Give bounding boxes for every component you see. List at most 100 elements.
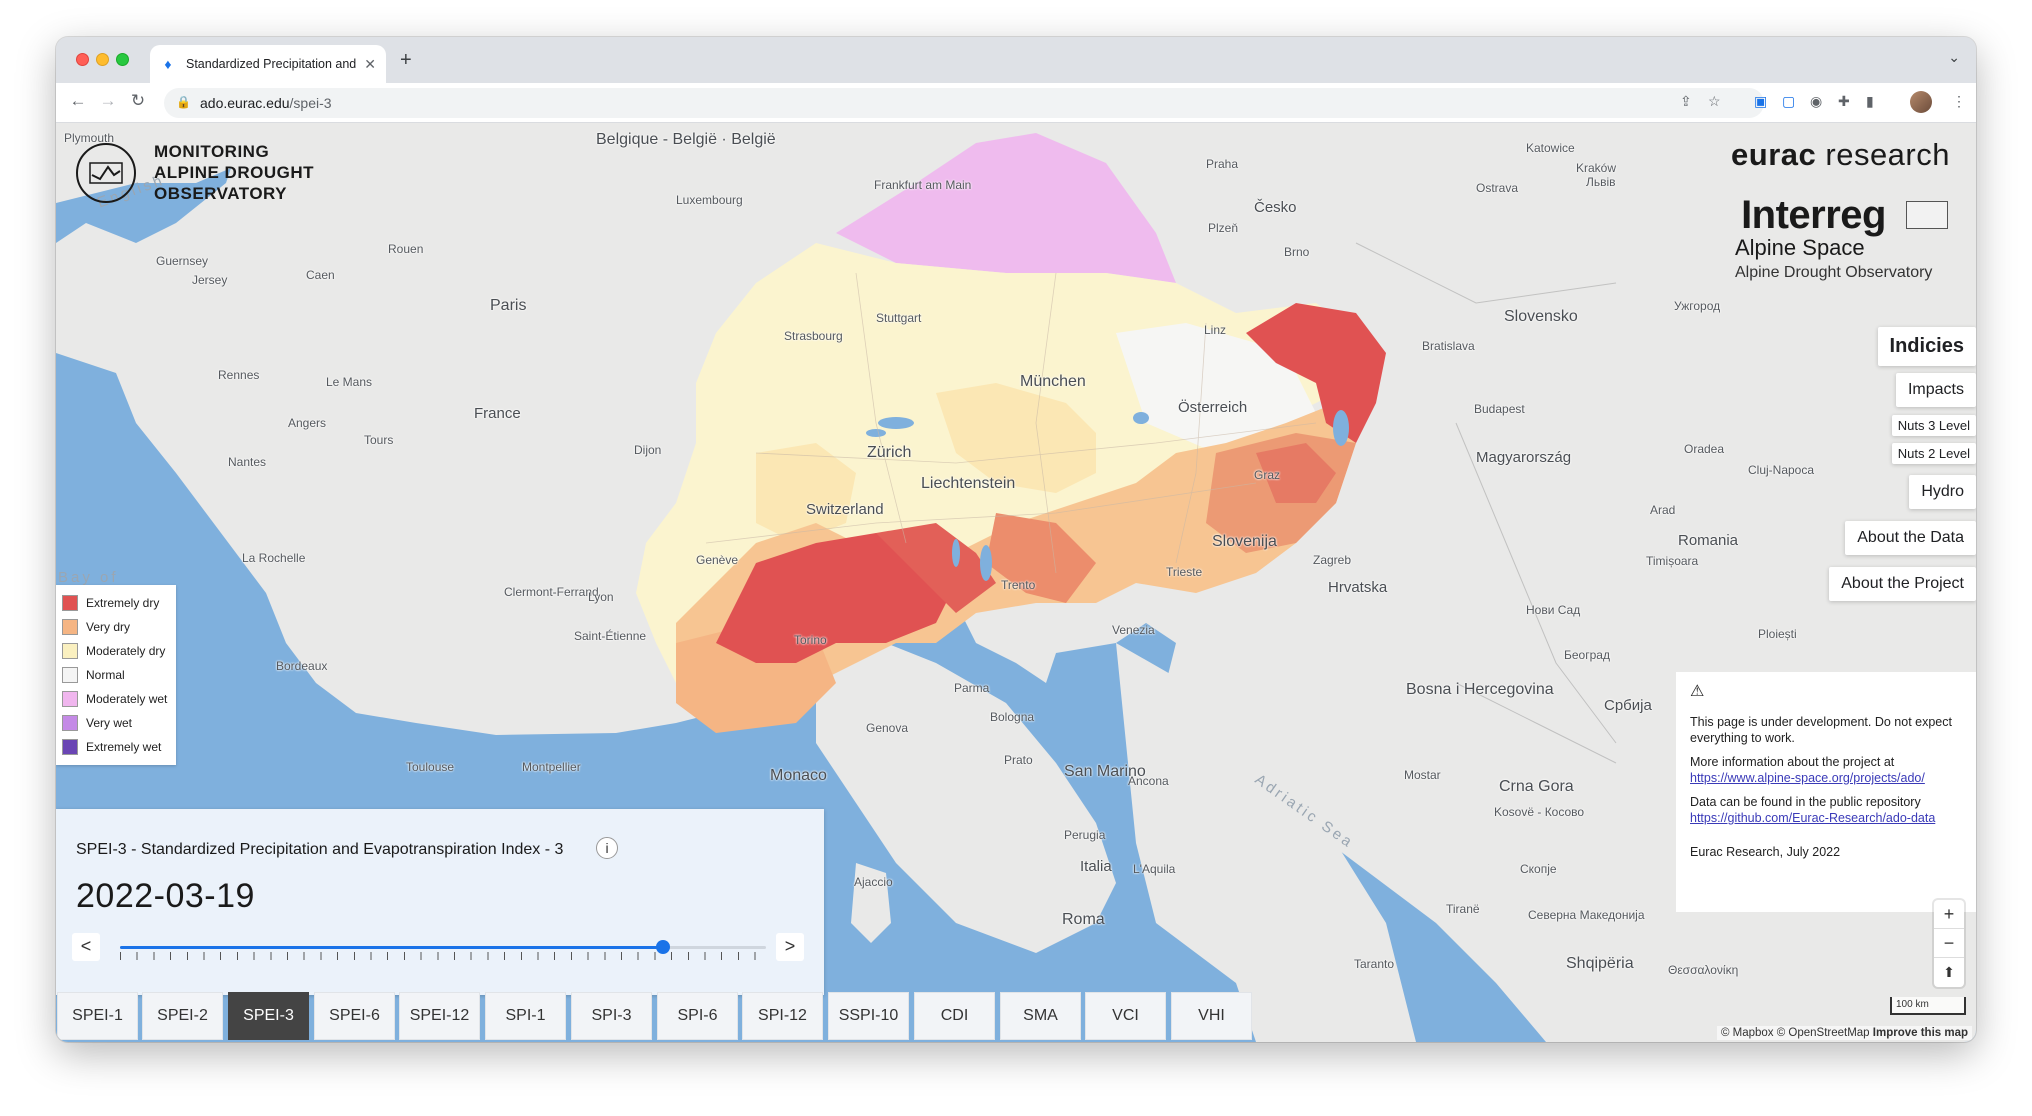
logo-line: OBSERVATORY <box>154 184 288 203</box>
place-label: Crna Gora <box>1499 778 1574 795</box>
index-button-sma[interactable]: SMA <box>1000 992 1081 1040</box>
place-label: Budapest <box>1474 402 1525 416</box>
new-tab-button[interactable]: + <box>400 49 412 72</box>
scale-bar: 100 km <box>1890 997 1966 1015</box>
place-label: La Rochelle <box>242 551 306 565</box>
previous-date-button[interactable]: < <box>72 933 100 961</box>
place-label: Katowice <box>1526 141 1575 155</box>
map-canvas[interactable]: Belgique - België · België Luxembourg Pari… <box>56 123 1976 1042</box>
legend-label: Very dry <box>86 620 131 634</box>
place-label: Ostrava <box>1476 181 1519 195</box>
menu-indicies[interactable]: Indicies <box>1877 327 1976 366</box>
tab-search-chevron-icon[interactable]: ⌄ <box>1948 49 1960 66</box>
place-label: Jersey <box>192 273 228 287</box>
place-label: Perugia <box>1064 828 1106 842</box>
repository-link[interactable]: https://github.com/Eurac-Research/ado-da… <box>1690 810 1962 826</box>
place-label: Switzerland <box>806 501 884 518</box>
legend-label: Extremely dry <box>86 596 160 610</box>
maximize-window-button[interactable] <box>116 53 129 66</box>
info-text: More information about the project at <box>1690 755 1895 769</box>
place-label: Praha <box>1206 157 1239 171</box>
legend-item: Moderately dry <box>62 639 170 663</box>
bookmark-star-icon[interactable]: ☆ <box>1708 93 1721 110</box>
index-button-vci[interactable]: VCI <box>1085 992 1166 1040</box>
next-date-button[interactable]: > <box>776 933 804 961</box>
eurac-research-logo: eurac research <box>1731 137 1950 173</box>
index-button-spei-1[interactable]: SPEI-1 <box>57 992 138 1040</box>
legend-label: Normal <box>86 668 125 682</box>
menu-about-data[interactable]: About the Data <box>1845 521 1976 555</box>
info-icon[interactable]: i <box>596 837 618 859</box>
back-icon[interactable]: ← <box>66 91 90 111</box>
zoom-in-button[interactable]: + <box>1934 900 1964 929</box>
close-window-button[interactable] <box>76 53 89 66</box>
browser-tab[interactable]: ♦ Standardized Precipitation and ✕ <box>150 45 386 83</box>
project-link[interactable]: https://www.alpine-space.org/projects/ad… <box>1690 770 1962 786</box>
place-label: Lyon <box>588 590 614 604</box>
extension-icon[interactable]: ▣ <box>1754 93 1767 110</box>
date-slider[interactable] <box>120 940 766 954</box>
minimize-window-button[interactable] <box>96 53 109 66</box>
place-label: Tiranë <box>1446 902 1480 916</box>
index-button-cdi[interactable]: CDI <box>914 992 995 1040</box>
place-label: Paris <box>490 297 527 314</box>
place-label: Ploiești <box>1758 627 1797 641</box>
index-button-spei-2[interactable]: SPEI-2 <box>142 992 223 1040</box>
attribution-text[interactable]: © Mapbox © OpenStreetMap <box>1721 1027 1873 1039</box>
address-bar[interactable]: 🔒 ado.eurac.edu/spei-3 <box>164 88 1764 118</box>
index-button-spi-12[interactable]: SPI-12 <box>742 992 823 1040</box>
url-path: /spei-3 <box>289 95 332 111</box>
reload-icon[interactable]: ↻ <box>126 91 150 111</box>
place-label: München <box>1020 373 1086 390</box>
place-label: Belgique - België · België <box>596 131 776 148</box>
favicon-icon: ♦ <box>164 56 172 72</box>
ado-logo[interactable]: MONITORING ALPINE DROUGHT OBSERVATORY <box>76 141 314 204</box>
tab-strip: ♦ Standardized Precipitation and ✕ + ⌄ <box>56 37 1976 83</box>
menu-about-project[interactable]: About the Project <box>1829 567 1976 601</box>
tab-title: Standardized Precipitation and <box>186 57 357 71</box>
index-button-spei-3[interactable]: SPEI-3 <box>228 992 309 1040</box>
menu-hydro[interactable]: Hydro <box>1909 475 1976 509</box>
improve-map-link[interactable]: Improve this map <box>1873 1027 1968 1039</box>
index-button-spi-1[interactable]: SPI-1 <box>485 992 566 1040</box>
legend-label: Moderately wet <box>86 692 168 706</box>
share-icon[interactable]: ⇪ <box>1680 93 1692 110</box>
place-label: Slovensko <box>1504 308 1578 325</box>
compass-icon[interactable]: ⬆ <box>1934 958 1964 987</box>
place-label: Roma <box>1062 911 1105 928</box>
place-label: Strasbourg <box>784 329 843 343</box>
sidebar-icon[interactable]: ▮ <box>1866 93 1874 110</box>
selected-date: 2022-03-19 <box>76 877 255 915</box>
browser-window: ♦ Standardized Precipitation and ✕ + ⌄ ←… <box>56 37 1976 1042</box>
profile-avatar[interactable] <box>1910 91 1932 113</box>
index-button-sspi-10[interactable]: SSPI-10 <box>828 992 909 1040</box>
place-label: Prato <box>1004 753 1033 767</box>
forward-icon[interactable]: → <box>96 91 120 111</box>
more-menu-icon[interactable]: ⋮ <box>1952 93 1966 110</box>
camera-icon[interactable]: ◉ <box>1810 93 1822 110</box>
legend-item: Extremely dry <box>62 591 170 615</box>
place-label: Bay of <box>58 569 119 586</box>
zoom-out-button[interactable]: − <box>1934 929 1964 958</box>
menu-impacts[interactable]: Impacts <box>1895 373 1976 407</box>
extension-icon[interactable]: ▢ <box>1782 93 1795 110</box>
tab-close-icon[interactable]: ✕ <box>364 56 376 73</box>
legend-item: Moderately wet <box>62 687 170 711</box>
index-button-vhi[interactable]: VHI <box>1171 992 1252 1040</box>
menu-nuts3[interactable]: Nuts 3 Level <box>1891 415 1976 436</box>
menu-nuts2[interactable]: Nuts 2 Level <box>1891 443 1976 464</box>
index-button-spi-6[interactable]: SPI-6 <box>657 992 738 1040</box>
index-button-spei-12[interactable]: SPEI-12 <box>399 992 480 1040</box>
place-label: Θεσσαλονίκη <box>1668 963 1739 977</box>
place-label: Ancona <box>1128 774 1169 788</box>
index-button-spei-6[interactable]: SPEI-6 <box>314 992 395 1040</box>
index-button-spi-3[interactable]: SPI-3 <box>571 992 652 1040</box>
place-label: Frankfurt am Main <box>874 178 972 192</box>
place-label: Genova <box>866 721 909 735</box>
place-label: Zagreb <box>1313 553 1352 567</box>
place-label: Rouen <box>388 242 424 256</box>
place-label: Plzeň <box>1208 221 1239 235</box>
place-label: Zürich <box>867 444 912 461</box>
puzzle-icon[interactable]: ✚ <box>1838 93 1850 110</box>
place-label: Bosna i Hercegovina <box>1406 681 1554 698</box>
